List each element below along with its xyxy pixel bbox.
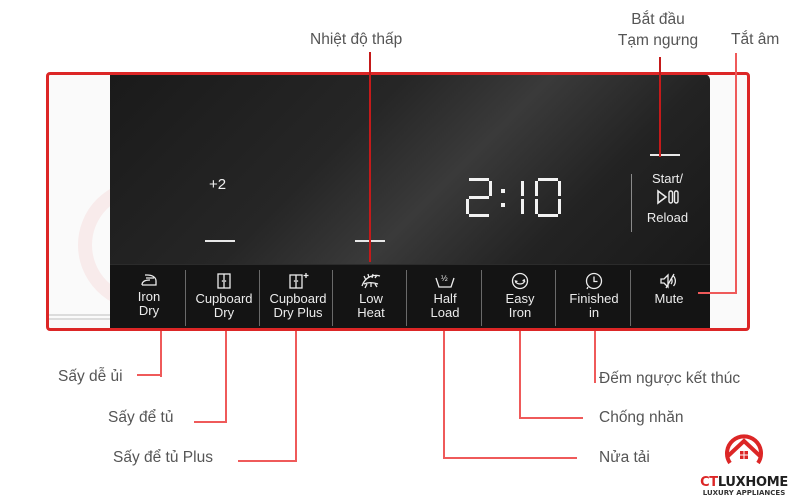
leader-start: [659, 57, 661, 157]
callout-mute: Tắt âm: [731, 31, 780, 48]
logo-luxhome: LUXHOME: [717, 475, 788, 490]
leader-cupboard-dry: [225, 331, 227, 423]
callout-half-load: Nửa tải: [599, 449, 650, 466]
callout-finished-in: Đếm ngược kết thúc: [599, 370, 741, 387]
highlight-frame: [46, 72, 750, 331]
callout-iron-dry: Sấy dễ ủi: [58, 368, 123, 385]
callout-easy-iron: Chống nhăn: [599, 409, 684, 426]
leader-finished-in: [594, 331, 596, 383]
leader-half-load: [443, 457, 577, 459]
leader-low-heat: [369, 52, 371, 262]
callout-start-line: Bắt đầu: [631, 11, 685, 28]
logo-ct: CT: [700, 475, 718, 490]
leader-easy-iron: [519, 331, 521, 419]
ctluxhome-logo: CTLUXHOME LUXURY APPLIANCES: [694, 430, 794, 497]
callout-low-heat: Nhiệt độ thấp: [310, 31, 403, 48]
logo-brand: CTLUXHOME: [694, 475, 794, 490]
leader-iron-dry: [137, 374, 162, 376]
leader-half-load: [443, 331, 445, 459]
leader-cupboard-dry: [194, 421, 227, 423]
house-logo-icon: [725, 434, 763, 465]
callout-cupboard-dry-plus: Sấy để tủ Plus: [113, 449, 213, 466]
logo-tagline: LUXURY APPLIANCES: [702, 489, 786, 497]
callout-cupboard-dry: Sấy để tủ: [108, 409, 174, 426]
leader-mute: [735, 53, 737, 294]
leader-cupboard-dry-plus: [238, 460, 297, 462]
leader-cupboard-dry-plus: [295, 331, 297, 462]
leader-iron-dry: [160, 331, 162, 377]
leader-mute: [698, 292, 737, 294]
callout-pause-line: Tạm ngưng: [617, 31, 699, 49]
leader-easy-iron: [519, 417, 583, 419]
callout-start-pause: Bắt đầu Tạm ngưng: [608, 10, 708, 52]
